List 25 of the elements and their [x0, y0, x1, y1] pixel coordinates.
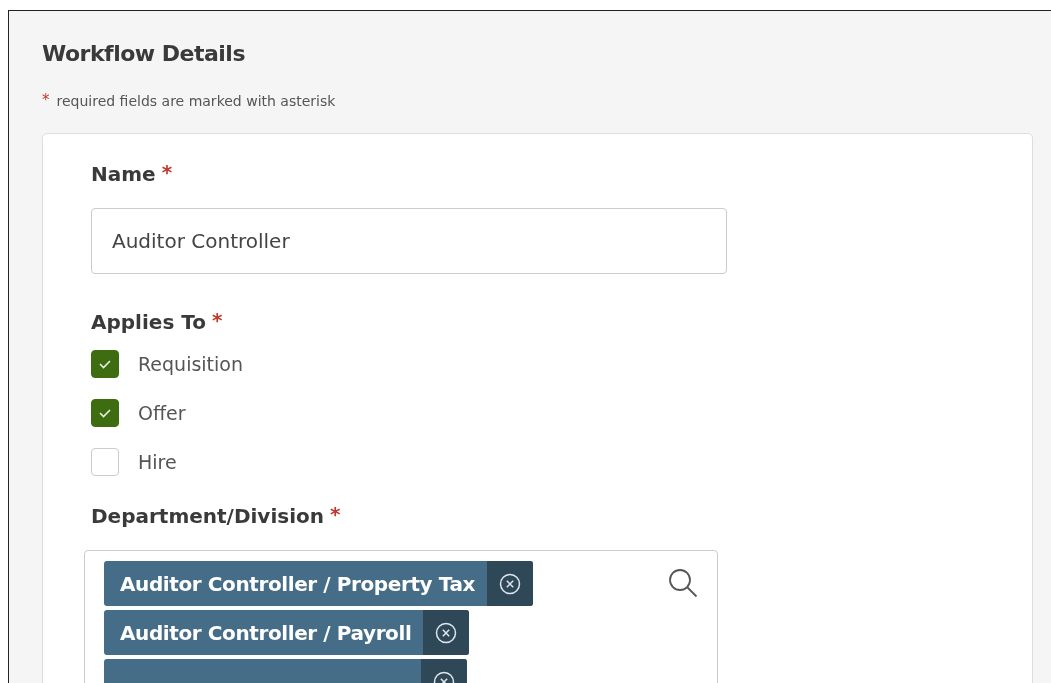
checkbox-label: Hire [138, 451, 177, 473]
department-field[interactable]: Auditor Controller / Property Tax Auditor Controller / Payroll [84, 550, 718, 683]
search-icon[interactable] [667, 567, 699, 599]
asterisk-mark: * [330, 504, 341, 524]
checkbox[interactable] [91, 399, 119, 427]
close-icon [435, 621, 458, 644]
field-label: Applies To [91, 310, 206, 334]
checkbox[interactable] [91, 350, 119, 378]
asterisk-mark: * [161, 162, 173, 182]
asterisk-mark: * [212, 310, 223, 330]
field-label: Department/Division [91, 504, 324, 528]
checkmark-icon [98, 408, 112, 418]
tag-label: Auditor Controller / Property Tax [119, 570, 477, 598]
close-icon [499, 572, 522, 595]
remove-button[interactable] [487, 561, 534, 606]
asterisk-mark: * [42, 93, 50, 109]
required-note: required fields are marked with asterisk [56, 93, 336, 109]
checkbox-label: Offer [138, 402, 186, 424]
checkmark-icon [98, 359, 112, 369]
name-input[interactable]: Auditor Controller [91, 208, 727, 274]
field-label: Name [91, 162, 156, 186]
remove-button[interactable] [423, 610, 470, 655]
checkbox-label: Requisition [138, 353, 243, 375]
tag-label: Auditor Controller / Payroll [119, 619, 413, 647]
section-title: Workflow Details [42, 41, 246, 66]
